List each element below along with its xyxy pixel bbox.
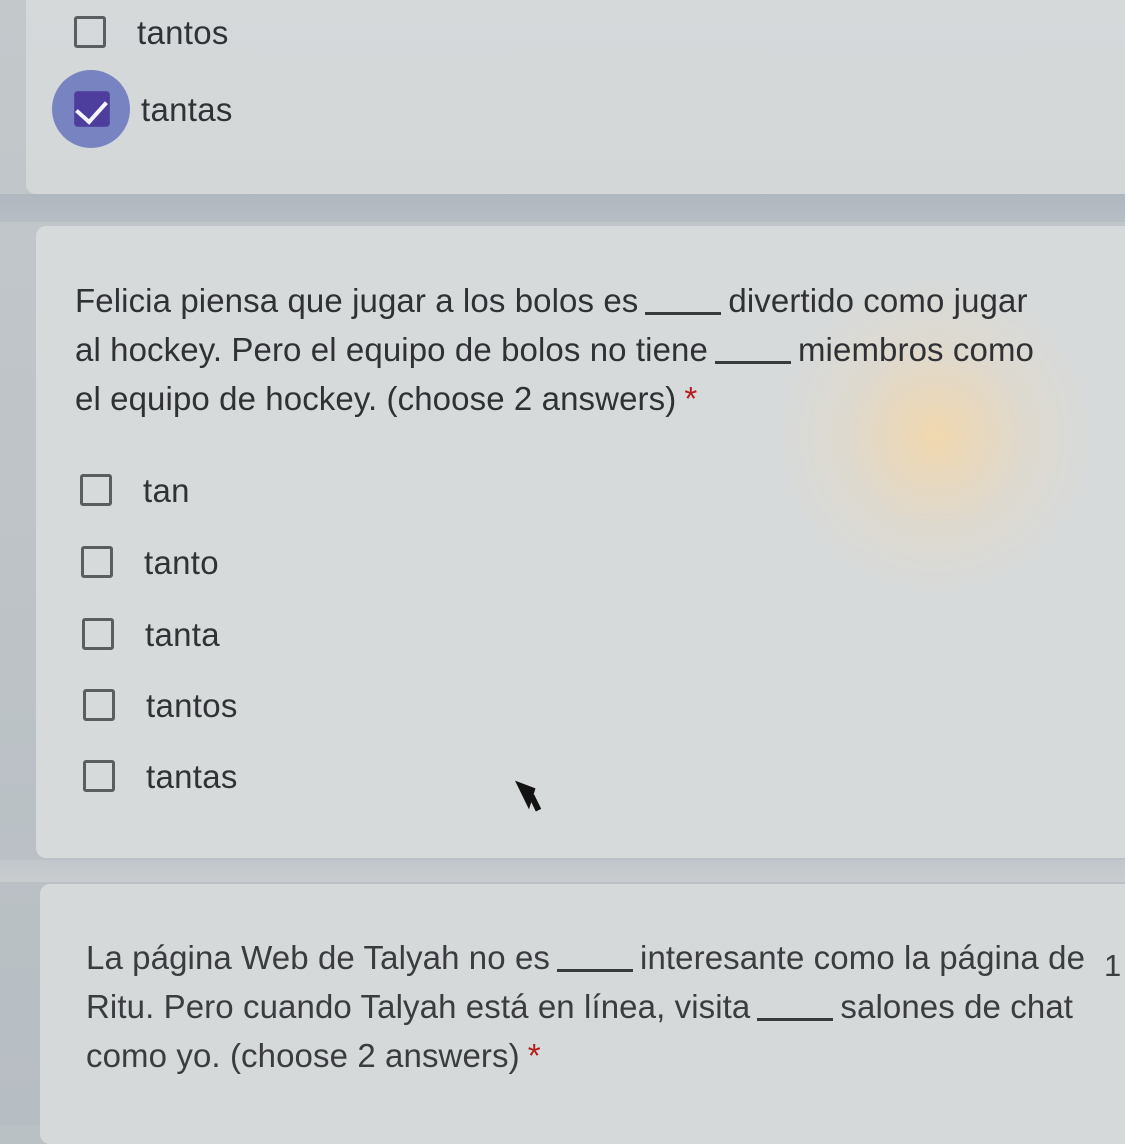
required-indicator: * bbox=[527, 1037, 541, 1074]
option-label: tan bbox=[143, 471, 190, 509]
section-divider-bottom bbox=[0, 860, 1125, 882]
checkmark-icon bbox=[75, 91, 108, 125]
option-tanta[interactable]: tanta bbox=[82, 614, 220, 654]
option-tan[interactable]: tan bbox=[80, 470, 190, 510]
required-indicator: * bbox=[684, 380, 698, 417]
question-text-part: Felicia piensa que jugar a los bolos es bbox=[75, 282, 639, 319]
question-text-part: el equipo de hockey. (choose 2 answers) bbox=[75, 380, 677, 417]
option-label: tantas bbox=[146, 757, 238, 795]
previous-question-card: tantos tantas bbox=[26, 0, 1125, 194]
option-tantos-top[interactable]: tantos bbox=[74, 12, 229, 52]
checkbox-icon[interactable] bbox=[74, 16, 106, 48]
option-tantos[interactable]: tantos bbox=[83, 685, 238, 725]
answer-blank bbox=[757, 988, 834, 1021]
option-tanto[interactable]: tanto bbox=[81, 542, 219, 582]
question-text-part: como yo. (choose 2 answers) bbox=[86, 1037, 520, 1074]
section-divider-top bbox=[0, 194, 1125, 222]
option-label: tantos bbox=[146, 686, 238, 724]
form-page: tantos tantas Felicia piensa que jugar a… bbox=[0, 0, 1125, 1144]
question-text-part: divertido como jugar bbox=[728, 282, 1028, 319]
option-label: tantas bbox=[141, 90, 233, 128]
checkbox-icon[interactable] bbox=[83, 689, 115, 721]
checkbox-icon[interactable] bbox=[83, 760, 115, 792]
option-tantas-top-checked[interactable]: tantas bbox=[52, 70, 233, 148]
question-text-part: al hockey. Pero el equipo de bolos no ti… bbox=[75, 331, 708, 368]
question-text-part: miembros como bbox=[797, 331, 1034, 368]
answer-blank bbox=[714, 331, 791, 364]
question-text-part: Ritu. Pero cuando Talyah está en línea, … bbox=[86, 988, 751, 1025]
option-label: tantos bbox=[137, 13, 229, 51]
option-label: tanta bbox=[145, 615, 220, 653]
checkbox-icon[interactable] bbox=[80, 474, 112, 506]
question-text-part: salones de chat bbox=[840, 988, 1074, 1025]
question-text-part: interesante como la página de bbox=[640, 939, 1086, 976]
question-text-bottom: La página Web de Talyah no es interesante… bbox=[86, 933, 1086, 1080]
answer-blank bbox=[557, 939, 634, 972]
checkbox-icon[interactable] bbox=[82, 618, 114, 650]
question-text-middle: Felicia piensa que jugar a los bolos es d… bbox=[75, 276, 1105, 423]
answer-blank bbox=[645, 282, 722, 315]
checked-checkbox[interactable] bbox=[52, 70, 130, 148]
checkmark-checkbox-icon[interactable] bbox=[74, 91, 110, 127]
checkbox-icon[interactable] bbox=[81, 546, 113, 578]
question-counter: 1 bbox=[1104, 948, 1122, 983]
option-tantas[interactable]: tantas bbox=[83, 756, 238, 796]
question-text-part: La página Web de Talyah no es bbox=[86, 939, 551, 976]
option-label: tanto bbox=[144, 543, 219, 581]
